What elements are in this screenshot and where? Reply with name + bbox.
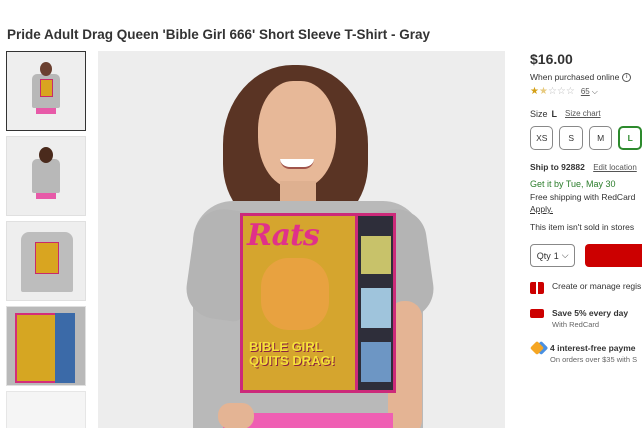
price-note: When purchased online i: [530, 72, 642, 82]
thumbnail-flat[interactable]: [6, 221, 86, 301]
product-title: Pride Adult Drag Queen 'Bible Girl 666' …: [7, 27, 431, 42]
shirt-graphic: Rats BIBLE GIRL QUITS DRAG!: [240, 213, 358, 393]
size-label: Size: [530, 109, 548, 119]
chevron-down-icon: ⌵: [561, 250, 569, 260]
ship-to: Ship to 92882 Edit location: [530, 162, 637, 172]
thumbnail-more[interactable]: [6, 391, 86, 428]
payment-icon: [530, 340, 545, 356]
info-icon[interactable]: i: [622, 72, 632, 82]
magazine-title: Rats: [247, 218, 320, 253]
size-option-s[interactable]: S: [559, 126, 583, 150]
apply-link[interactable]: Apply.: [530, 204, 642, 214]
gift-icon: [530, 282, 544, 294]
free-shipping-note: Free shipping with RedCard: [530, 192, 636, 202]
selected-size: L: [551, 109, 558, 119]
promo-payments[interactable]: 4 interest-free payme On orders over $35…: [530, 340, 642, 364]
redcard-icon: [530, 309, 544, 318]
thumbnail-image: [15, 313, 75, 383]
chevron-down-icon[interactable]: ⌵: [592, 87, 598, 97]
quantity-select[interactable]: Qty 1 ⌵: [530, 244, 576, 267]
thumbnail-front[interactable]: [6, 51, 86, 131]
thumbnail-image: [32, 62, 60, 128]
size-option-m[interactable]: M: [588, 126, 613, 150]
store-availability: This item isn't sold in stores: [530, 222, 635, 232]
size-options: XS S M L: [530, 126, 642, 150]
price: $16.00: [530, 51, 573, 67]
thumbnail-back[interactable]: [6, 136, 86, 216]
review-count[interactable]: 65: [581, 87, 590, 96]
thumbnail-closeup[interactable]: [6, 306, 86, 386]
magazine-headline: BIBLE GIRL QUITS DRAG!: [249, 339, 335, 368]
add-to-cart-row: Qty 1 ⌵: [530, 244, 642, 267]
edit-location-link[interactable]: Edit location: [593, 163, 637, 172]
size-option-xs[interactable]: XS: [530, 126, 554, 150]
promo-registry[interactable]: Create or manage regis: [530, 281, 642, 294]
thumbnail-image: [32, 147, 60, 213]
thumbnail-gallery: [6, 51, 86, 428]
delivery-date: Get it by Tue, May 30: [530, 179, 616, 189]
main-product-image[interactable]: Rats BIBLE GIRL QUITS DRAG!: [98, 51, 505, 428]
promo-redcard[interactable]: Save 5% every day With RedCard: [530, 308, 642, 329]
size-option-l[interactable]: L: [618, 126, 642, 150]
size-chart-link[interactable]: Size chart: [565, 109, 601, 119]
purchase-panel: $16.00 When purchased online i ★★☆☆☆ 65 …: [530, 51, 642, 364]
star-rating-icon: ★★☆☆☆: [530, 86, 575, 97]
size-row: Size L Size chart: [530, 109, 642, 119]
rating[interactable]: ★★☆☆☆ 65 ⌵: [530, 86, 642, 97]
add-to-cart-button[interactable]: [585, 244, 642, 267]
